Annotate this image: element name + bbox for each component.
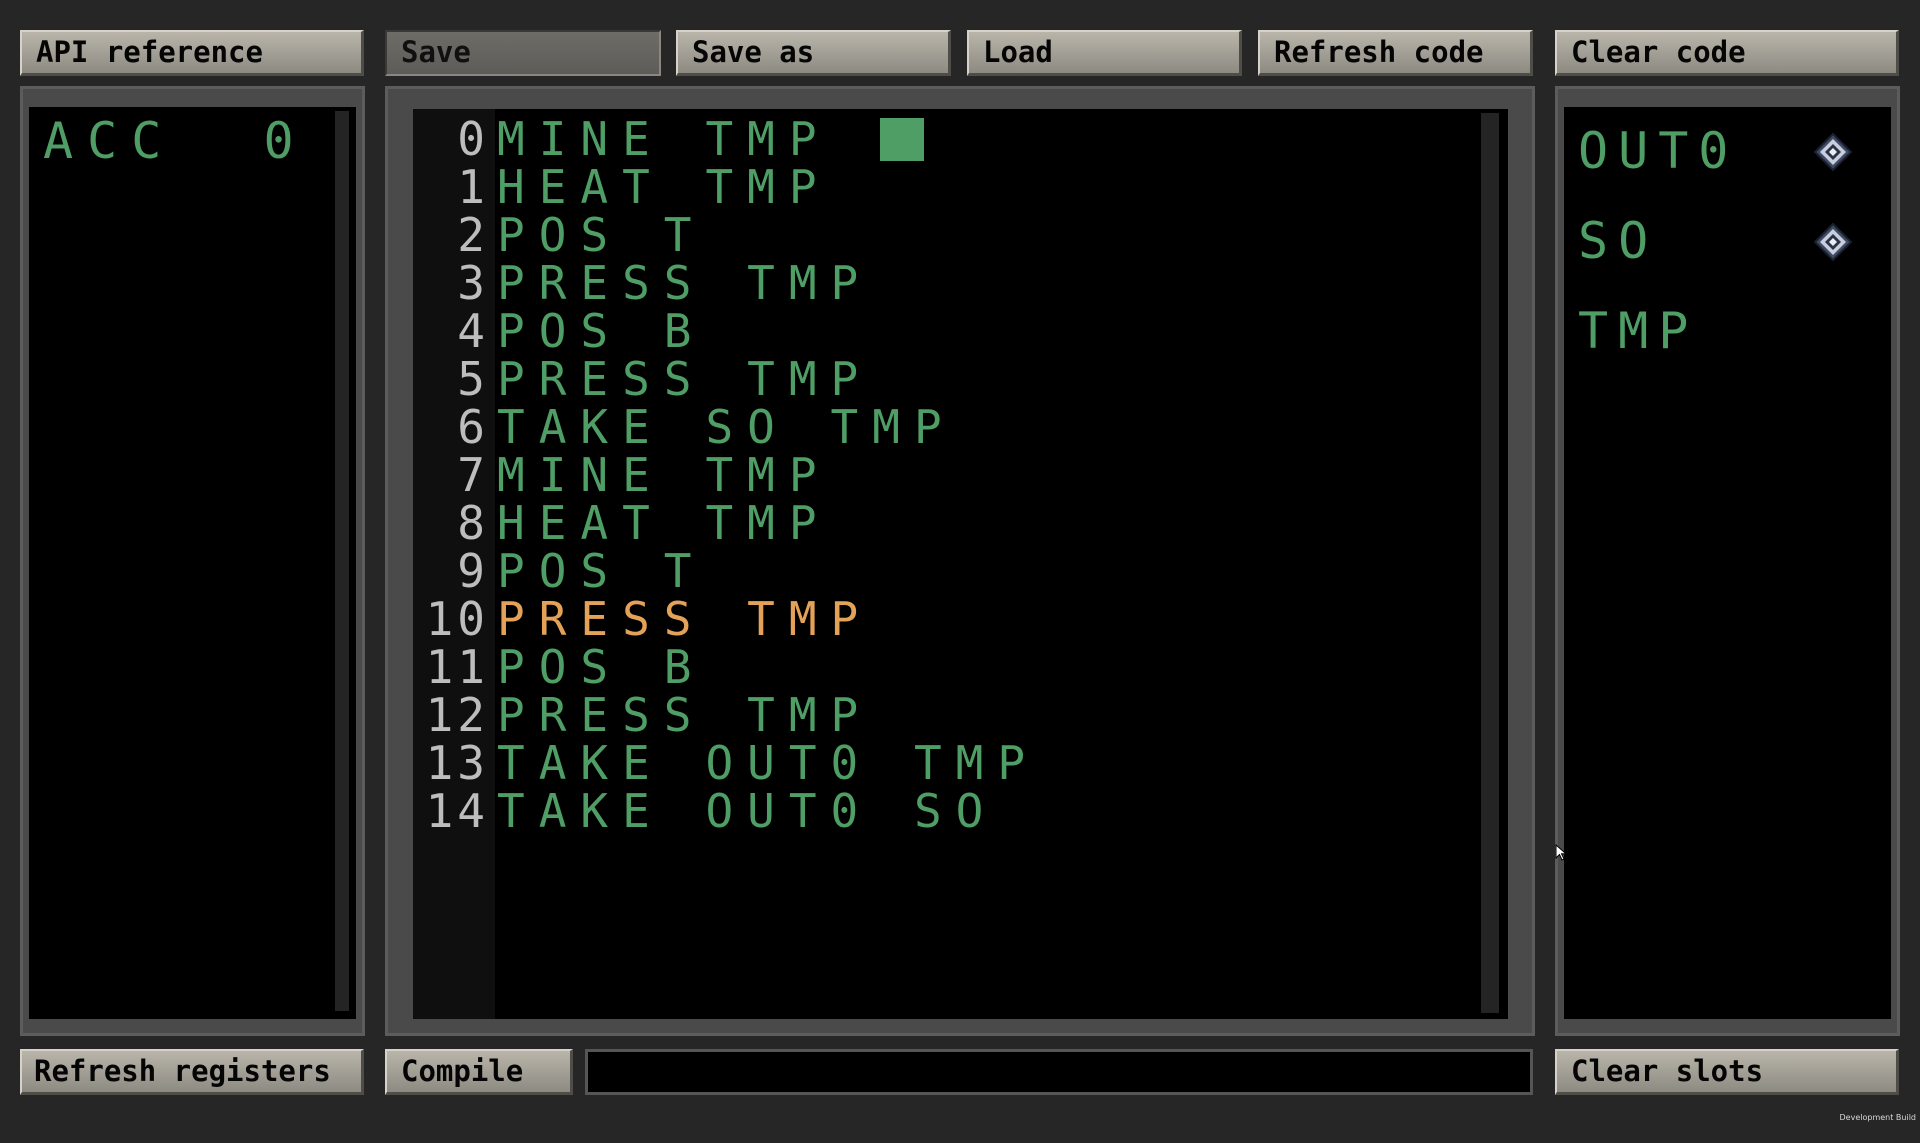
code-line[interactable]: 7 MINE TMP [413, 451, 1473, 499]
development-build-label: Development Build [1839, 1113, 1916, 1122]
code-line[interactable]: 9 POS T [413, 547, 1473, 595]
code-text: POS T [497, 544, 706, 598]
code-line[interactable]: 0 MINE TMP [413, 115, 1473, 163]
code-line[interactable]: 11 POS B [413, 643, 1473, 691]
code-editor-scrollbar[interactable] [1481, 113, 1499, 1013]
clear-code-button[interactable]: Clear code [1555, 30, 1899, 76]
line-number: 13 [425, 736, 489, 790]
line-number: 9 [457, 544, 489, 598]
line-number: 6 [457, 400, 489, 454]
line-number: 0 [457, 112, 489, 166]
slot-label: SO [1578, 212, 1659, 270]
register-entry: ACC 0 [43, 112, 308, 170]
diamond-ore-icon[interactable] [1813, 222, 1853, 262]
code-text: PRESS TMP [497, 256, 873, 310]
line-number: 2 [457, 208, 489, 262]
save-as-button[interactable]: Save as [676, 30, 951, 76]
slot-label: TMP [1578, 302, 1699, 360]
code-line[interactable]: 12 PRESS TMP [413, 691, 1473, 739]
code-line[interactable]: 1 HEAT TMP [413, 163, 1473, 211]
refresh-registers-button[interactable]: Refresh registers [20, 1049, 364, 1095]
code-line[interactable]: 8 HEAT TMP [413, 499, 1473, 547]
registers-screen: ACC 0 [29, 107, 356, 1019]
code-text: MINE TMP [497, 448, 831, 502]
code-line[interactable]: 6 TAKE SO TMP [413, 403, 1473, 451]
refresh-code-button[interactable]: Refresh code [1258, 30, 1533, 76]
line-number: 5 [457, 352, 489, 406]
line-number: 12 [425, 688, 489, 742]
code-text: POS B [497, 304, 706, 358]
code-text: TAKE OUT0 TMP [497, 736, 1040, 790]
line-number: 10 [425, 592, 489, 646]
slot-label: OUT0 [1578, 122, 1739, 180]
code-text: TAKE SO TMP [497, 400, 956, 454]
code-lines: 0 MINE TMP 1 HEAT TMP 2 POS T 3 PRESS TMP 4 POS B… [413, 109, 1493, 1019]
code-line[interactable]: 4 POS B [413, 307, 1473, 355]
code-text: MINE TMP [497, 112, 831, 166]
code-line[interactable]: 10 PRESS TMP [413, 595, 1473, 643]
slots-panel: OUT0 SO TMP [1555, 86, 1900, 1036]
code-text: PRESS TMP [497, 688, 873, 742]
registers-panel: ACC 0 [20, 86, 365, 1036]
load-button[interactable]: Load [967, 30, 1242, 76]
code-text: PRESS TMP [497, 592, 873, 646]
line-number: 8 [457, 496, 489, 550]
code-editor-panel: 0 MINE TMP 1 HEAT TMP 2 POS T 3 PRESS TMP 4 POS B… [385, 86, 1535, 1036]
text-cursor [880, 118, 924, 161]
code-line[interactable]: 2 POS T [413, 211, 1473, 259]
code-text: HEAT TMP [497, 160, 831, 214]
code-line[interactable]: 5 PRESS TMP [413, 355, 1473, 403]
line-number: 3 [457, 256, 489, 310]
clear-slots-button[interactable]: Clear slots [1555, 1049, 1899, 1095]
registers-scrollbar[interactable] [335, 111, 349, 1011]
code-line[interactable]: 3 PRESS TMP [413, 259, 1473, 307]
code-text: PRESS TMP [497, 352, 873, 406]
slots-screen: OUT0 SO TMP [1564, 107, 1891, 1019]
code-text: POS T [497, 208, 706, 262]
mouse-pointer-icon [1555, 844, 1568, 861]
api-reference-button[interactable]: API reference [20, 30, 364, 76]
code-line[interactable]: 13 TAKE OUT0 TMP [413, 739, 1473, 787]
line-number: 1 [457, 160, 489, 214]
code-text: POS B [497, 640, 706, 694]
save-button[interactable]: Save [385, 30, 661, 76]
code-text: HEAT TMP [497, 496, 831, 550]
diamond-ore-icon[interactable] [1813, 132, 1853, 172]
code-editor-screen[interactable]: 0 MINE TMP 1 HEAT TMP 2 POS T 3 PRESS TMP 4 POS B… [413, 109, 1508, 1019]
line-number: 11 [425, 640, 489, 694]
line-number: 7 [457, 448, 489, 502]
line-number: 4 [457, 304, 489, 358]
line-number: 14 [425, 784, 489, 838]
compile-output-field [585, 1049, 1533, 1095]
code-text: TAKE OUT0 SO [497, 784, 998, 838]
code-line[interactable]: 14 TAKE OUT0 SO [413, 787, 1473, 835]
compile-button[interactable]: Compile [385, 1049, 573, 1095]
